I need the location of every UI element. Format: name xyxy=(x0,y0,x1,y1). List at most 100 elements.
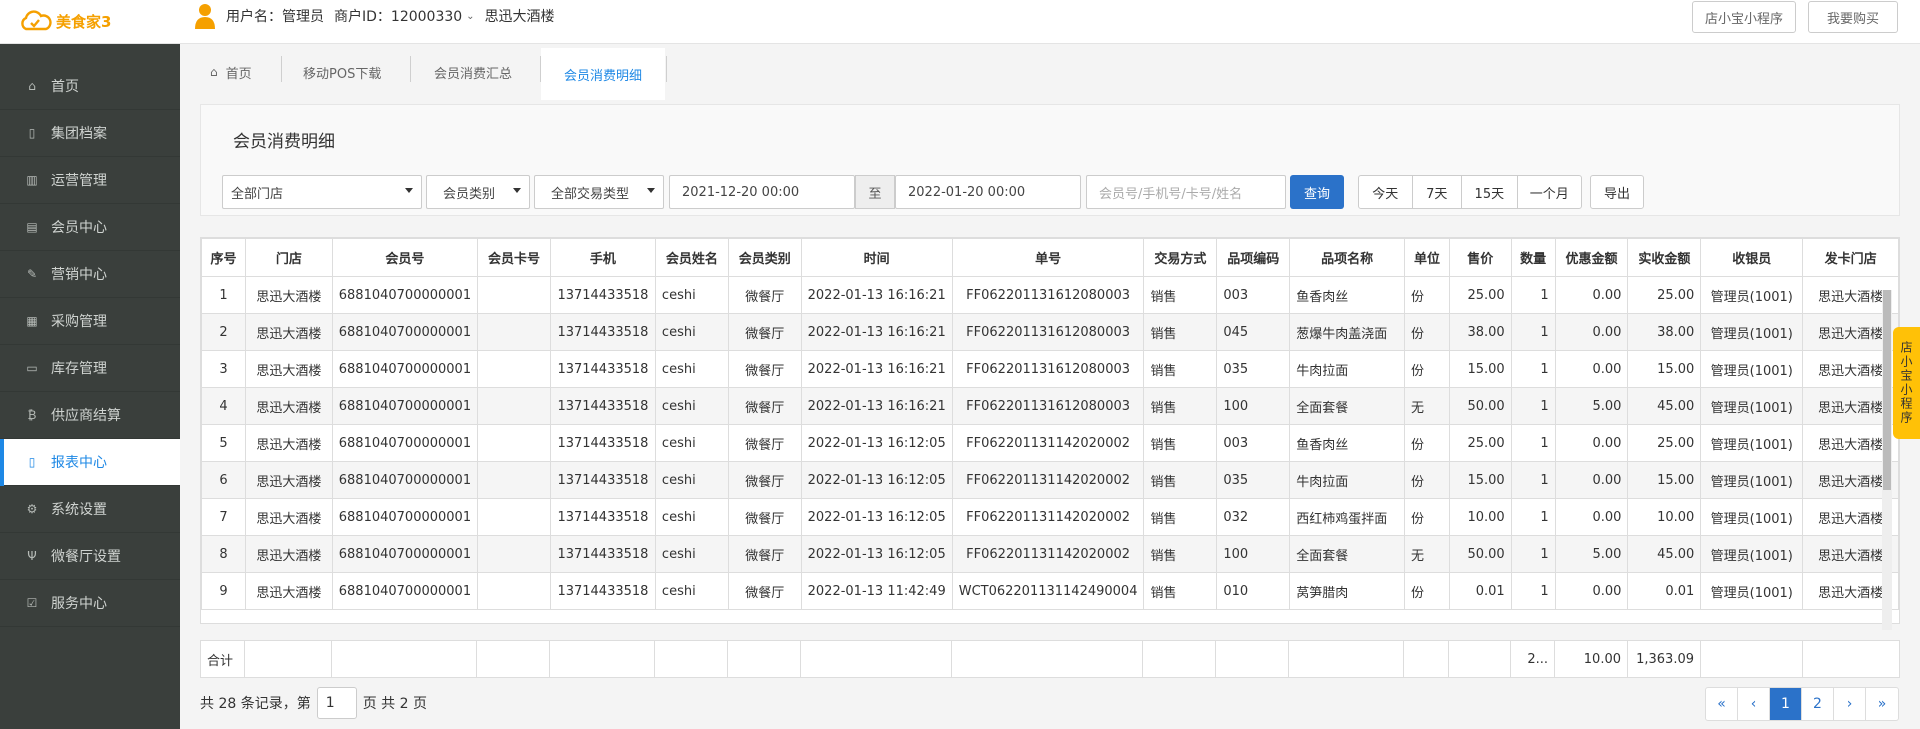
store-select[interactable]: 全部门店 xyxy=(222,175,422,209)
column-header: 优惠金额 xyxy=(1554,238,1629,277)
page-title: 会员消费明细 xyxy=(233,132,335,152)
table-cell: 思迅大酒楼 xyxy=(244,572,333,610)
buy-button[interactable]: 我要购买 xyxy=(1808,1,1898,33)
trade-type-select[interactable]: 全部交易类型 xyxy=(534,175,664,209)
table-cell xyxy=(477,424,551,462)
table-cell: 4 xyxy=(201,387,246,425)
table-cell: 牛肉拉面 xyxy=(1289,350,1405,388)
table-cell xyxy=(477,535,551,573)
page-2-button[interactable]: 2 xyxy=(1802,688,1834,720)
date-to-input[interactable]: 2022-01-20 00:00 xyxy=(895,175,1081,209)
range-month-button[interactable]: 一个月 xyxy=(1518,176,1581,208)
check-square-icon: ☑ xyxy=(26,596,38,610)
next-page-button[interactable]: › xyxy=(1834,688,1866,720)
prev-page-button[interactable]: ‹ xyxy=(1738,688,1770,720)
table-cell: 6881040700000001 xyxy=(331,572,479,610)
table-cell: 2022-01-13 16:16:21 xyxy=(800,387,953,425)
sidebar-item-group-archive[interactable]: ▯ 集团档案 xyxy=(0,110,180,157)
range-today-button[interactable]: 今天 xyxy=(1359,176,1413,208)
sidebar-item-marketing[interactable]: ✎ 营销中心 xyxy=(0,251,180,298)
cloud-logo-icon xyxy=(21,10,52,31)
table-cell: 45.00 xyxy=(1627,387,1702,425)
table-row[interactable]: 3 思迅大酒楼 6881040700000001 13714433518 ceshi 微餐… xyxy=(201,350,1899,388)
table-cell: 7 xyxy=(201,498,246,536)
tab-member-summary[interactable]: 会员消费汇总 xyxy=(434,54,512,90)
sidebar-item-supplier-settlement[interactable]: ₿ 供应商结算 xyxy=(0,392,180,439)
table-cell: 微餐厅 xyxy=(727,461,802,499)
range-7days-button[interactable]: 7天 xyxy=(1413,176,1463,208)
table-row[interactable]: 6 思迅大酒楼 6881040700000001 13714433518 ceshi 微餐… xyxy=(201,461,1899,499)
sidebar-item-service-center[interactable]: ☑ 服务中心 xyxy=(0,580,180,627)
column-header: 门店 xyxy=(244,238,333,277)
table-cell: 15.00 xyxy=(1448,350,1512,388)
table-row[interactable]: 9 思迅大酒楼 6881040700000001 13714433518 ceshi 微餐… xyxy=(201,572,1899,610)
totals-cell xyxy=(655,641,728,677)
vertical-scrollbar[interactable] xyxy=(1882,290,1892,630)
scrollbar-thumb[interactable] xyxy=(1883,290,1891,490)
pagination-prefix: 共 28 条记录，第 xyxy=(200,696,311,712)
tab-divider xyxy=(410,56,411,82)
query-button[interactable]: 查询 xyxy=(1290,175,1344,209)
tab-member-detail[interactable]: 会员消费明细 xyxy=(541,48,665,100)
mini-program-float-tab[interactable]: 店小宝小程序 xyxy=(1893,327,1920,439)
sidebar-item-label: 采购管理 xyxy=(51,314,107,330)
sidebar-item-members[interactable]: ▤ 会员中心 xyxy=(0,204,180,251)
table-row[interactable]: 2 思迅大酒楼 6881040700000001 13714433518 ceshi 微餐… xyxy=(201,313,1899,351)
table-cell: 思迅大酒楼 xyxy=(244,387,333,425)
column-header: 序号 xyxy=(201,238,246,277)
page-number-input[interactable]: 1 xyxy=(316,687,357,719)
sidebar-item-inventory[interactable]: ▭ 库存管理 xyxy=(0,345,180,392)
table-cell: 10.00 xyxy=(1448,498,1512,536)
table-cell: 葱爆牛肉盖浇面 xyxy=(1289,313,1405,351)
sidebar-item-label: 系统设置 xyxy=(51,502,107,518)
table-cell: 003 xyxy=(1216,276,1291,314)
table-cell: 0.00 xyxy=(1554,350,1629,388)
table-cell: 13714433518 xyxy=(549,461,656,499)
member-type-select[interactable]: 会员类别 xyxy=(426,175,530,209)
merchant-id-label[interactable]: 商户ID：12000330 xyxy=(334,6,462,26)
logo[interactable]: 美食家3 xyxy=(18,6,111,36)
table-row[interactable]: 1 思迅大酒楼 6881040700000001 13714433518 ceshi 微餐… xyxy=(201,276,1899,314)
sidebar-item-home[interactable]: ⌂ 首页 xyxy=(0,63,180,110)
column-header: 实收金额 xyxy=(1627,238,1702,277)
table-cell: 无 xyxy=(1404,387,1450,425)
table-cell: 2022-01-13 11:42:49 xyxy=(800,572,953,610)
user-avatar-icon xyxy=(195,4,215,29)
document-icon: ▭ xyxy=(26,361,38,375)
horizontal-scrollbar[interactable] xyxy=(201,623,1900,624)
table-cell: 25.00 xyxy=(1448,424,1512,462)
table-cell: 全面套餐 xyxy=(1289,387,1405,425)
sidebar-item-micro-restaurant[interactable]: Ψ 微餐厅设置 xyxy=(0,533,180,580)
table-cell: 销售 xyxy=(1143,350,1218,388)
last-page-button[interactable]: » xyxy=(1866,688,1898,720)
sidebar-item-system-settings[interactable]: ⚙ 系统设置 xyxy=(0,486,180,533)
table-cell: 035 xyxy=(1216,350,1291,388)
export-button[interactable]: 导出 xyxy=(1590,175,1644,209)
table-row[interactable]: 4 思迅大酒楼 6881040700000001 13714433518 ceshi 微餐… xyxy=(201,387,1899,425)
page-1-button[interactable]: 1 xyxy=(1770,688,1802,720)
first-page-button[interactable]: « xyxy=(1706,688,1738,720)
member-search-input[interactable]: 会员号/手机号/卡号/姓名 xyxy=(1086,175,1286,209)
totals-cell xyxy=(1404,641,1449,677)
table-cell: 6881040700000001 xyxy=(331,387,479,425)
mini-program-button[interactable]: 店小宝小程序 xyxy=(1692,1,1796,33)
home-icon: ⌂ xyxy=(210,65,218,79)
table-row[interactable]: 8 思迅大酒楼 6881040700000001 13714433518 ceshi 微餐… xyxy=(201,535,1899,573)
table-cell: 13714433518 xyxy=(549,387,656,425)
table-cell: FF062201131612080003 xyxy=(951,387,1145,425)
chevron-down-icon[interactable]: ⌄ xyxy=(466,11,474,22)
totals-cell xyxy=(245,641,332,677)
tab-pos-download[interactable]: 移动POS下载 xyxy=(303,54,381,90)
sidebar-item-reports[interactable]: ▯ 报表中心 xyxy=(0,439,180,486)
table-row[interactable]: 7 思迅大酒楼 6881040700000001 13714433518 ceshi 微餐… xyxy=(201,498,1899,536)
table-cell: 思迅大酒楼 xyxy=(244,424,333,462)
tab-home[interactable]: ⌂ 首页 xyxy=(210,54,252,90)
caret-down-icon xyxy=(513,188,521,193)
sidebar-item-purchasing[interactable]: ▦ 采购管理 xyxy=(0,298,180,345)
table-row[interactable]: 5 思迅大酒楼 6881040700000001 13714433518 ceshi 微餐… xyxy=(201,424,1899,462)
column-header: 发卡门店 xyxy=(1802,238,1899,277)
range-15days-button[interactable]: 15天 xyxy=(1462,176,1518,208)
date-from-input[interactable]: 2021-12-20 00:00 xyxy=(669,175,855,209)
sidebar-item-operations[interactable]: ▥ 运营管理 xyxy=(0,157,180,204)
table-cell: 管理员(1001) xyxy=(1700,424,1804,462)
